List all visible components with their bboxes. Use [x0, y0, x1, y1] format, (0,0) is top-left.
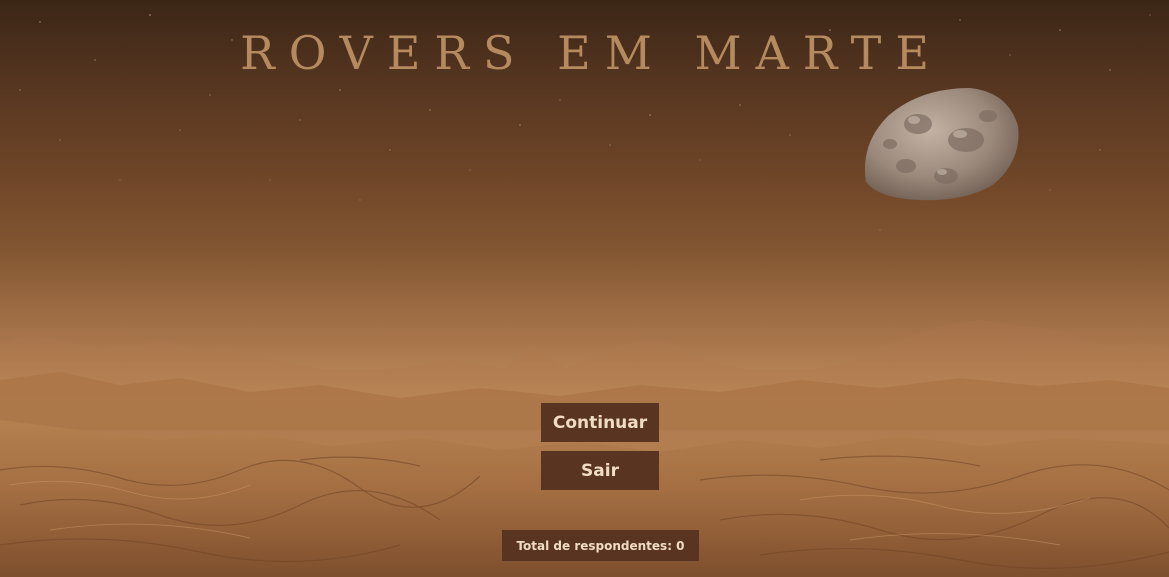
respondents-counter: Total de respondentes: 0	[502, 530, 699, 561]
continue-button[interactable]: Continuar	[541, 403, 659, 442]
game-main-menu: ROVERS EM MARTE Continuar Sair Total de …	[0, 0, 1169, 577]
moon-image	[864, 88, 1019, 201]
exit-button[interactable]: Sair	[541, 451, 659, 490]
main-menu: Continuar Sair	[541, 403, 659, 499]
game-title: ROVERS EM MARTE	[240, 26, 943, 80]
